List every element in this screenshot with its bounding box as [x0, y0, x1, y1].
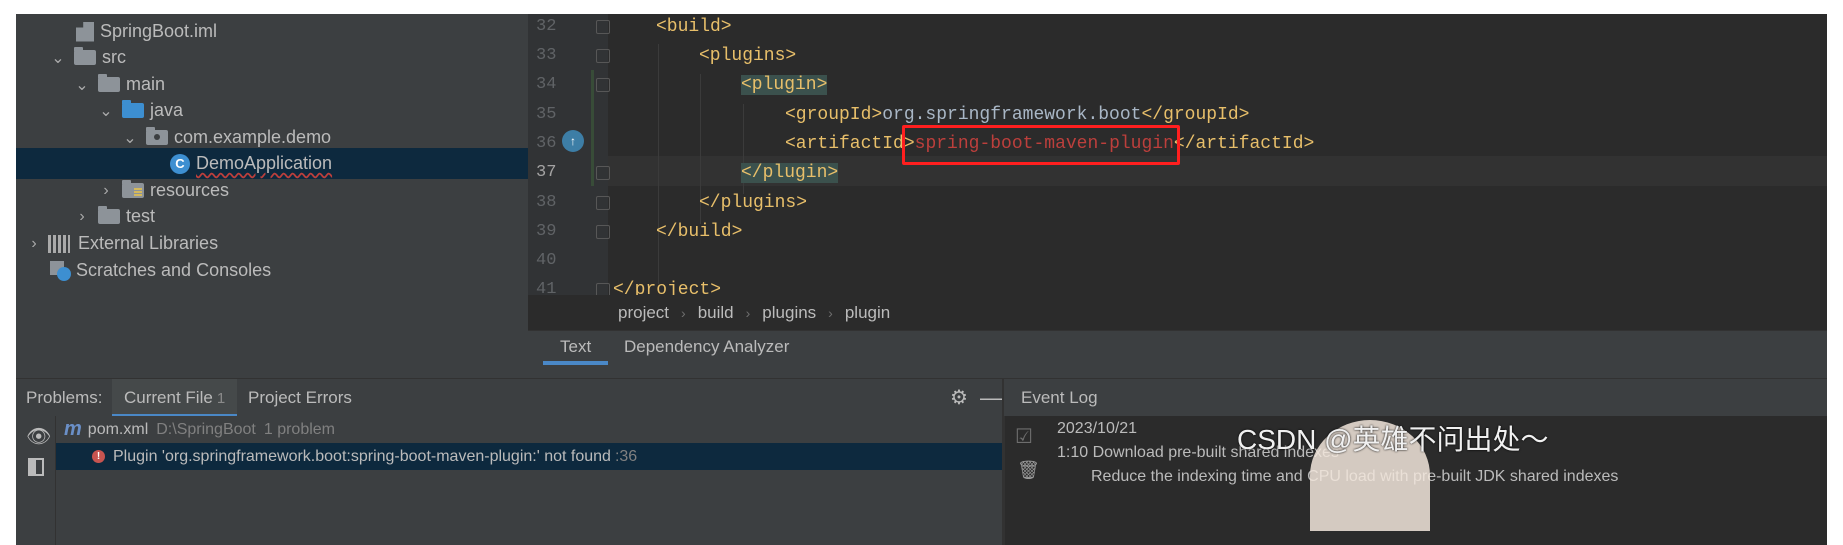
chevron-down-icon[interactable]: ⌄ [72, 75, 92, 95]
package-icon [146, 127, 168, 145]
trash-icon[interactable]: 🗑 [1017, 460, 1040, 481]
line-number: 32 [536, 17, 557, 36]
tab-text[interactable]: Text [543, 331, 609, 365]
tree-item-label: src [102, 47, 126, 67]
source-folder-icon [122, 100, 144, 118]
line-number: 41 [536, 280, 557, 295]
problems-toolbar: 👁 [16, 416, 56, 545]
event-date: 2023/10/21 [1057, 420, 1138, 437]
tree-item-label: DemoApplication [196, 153, 333, 173]
tab-dependency-analyzer[interactable]: Dependency Analyzer [624, 331, 789, 379]
chevron-down-icon[interactable]: ⌄ [48, 48, 68, 68]
tree-item-label: External Libraries [78, 233, 219, 253]
chevron-right-icon: › [745, 304, 751, 321]
problem-file-path: D:\SpringBoot [156, 420, 256, 438]
line-number: 39 [536, 222, 557, 241]
fold-marker-icon[interactable] [596, 225, 610, 239]
tree-item-label: Scratches and Consoles [76, 260, 272, 280]
fold-marker-icon[interactable] [596, 166, 610, 180]
line-number: 34 [536, 75, 557, 94]
code-line-37: </plugin> [741, 163, 839, 183]
window-edge [1827, 14, 1843, 545]
code-line-35: <groupId>org.springframework.boot</group… [785, 105, 1250, 125]
tree-item-label: test [126, 206, 156, 226]
breadcrumb-item[interactable]: plugins [762, 303, 816, 323]
iml-file-icon [76, 21, 94, 42]
folder-icon [98, 74, 120, 92]
editor-view-tabs: Text Dependency Analyzer [528, 330, 1843, 378]
chevron-right-icon[interactable]: › [72, 208, 92, 226]
problem-file-name: pom.xml [87, 420, 149, 438]
chevron-right-icon: › [681, 304, 686, 321]
gear-icon[interactable]: ⚙ [950, 385, 968, 410]
code-line-39: </build> [656, 222, 743, 242]
tree-item-label: main [126, 74, 166, 94]
line-number: 38 [536, 193, 557, 212]
folder-icon [98, 206, 120, 224]
chevron-right-icon: › [828, 304, 833, 321]
change-marker [591, 70, 594, 186]
editor-gutter: 32 33 34 35 36 37 38 39 40 41 ↑ [528, 14, 610, 295]
event-log-header: Event Log [1004, 378, 1843, 416]
fold-marker-icon[interactable] [596, 78, 610, 92]
problem-file-summary: 1 problem [263, 420, 336, 438]
scratches-icon [50, 260, 72, 281]
tree-item-label: SpringBoot.iml [100, 21, 218, 41]
chevron-right-icon[interactable]: › [96, 182, 116, 200]
line-number: 40 [536, 251, 557, 270]
breadcrumb: project › build › plugins › plugin [528, 295, 1843, 330]
csdn-watermark: CSDN @英雄不问出处～ [1237, 424, 1549, 455]
maven-goal-icon[interactable]: ↑ [562, 130, 584, 152]
chevron-down-icon[interactable]: ⌄ [120, 128, 140, 148]
folder-icon [74, 47, 96, 65]
problems-list: 👁 m pom.xml D:\SpringBoot 1 problem ! Pl… [16, 416, 1002, 545]
problems-label: Problems: [26, 388, 103, 407]
preview-icon[interactable] [28, 458, 44, 476]
code-editor[interactable]: 32 33 34 35 36 37 38 39 40 41 ↑ <build> … [528, 14, 1843, 295]
chevron-right-icon[interactable]: › [24, 235, 44, 253]
problem-line: :36 [614, 447, 638, 465]
spring-class-icon: C [170, 153, 190, 174]
code-line-38: </plugins> [699, 193, 808, 213]
line-number: 33 [536, 46, 557, 65]
minimize-icon[interactable]: — [980, 385, 1002, 411]
problem-row[interactable]: ! Plugin 'org.springframework.boot:sprin… [56, 443, 1002, 470]
code-line-32: <build> [656, 17, 732, 37]
problems-header: Problems: Current File 1 Project Errors ⚙… [16, 378, 1002, 417]
maven-icon: m [64, 418, 82, 440]
mark-read-icon[interactable]: ☑ [1015, 424, 1033, 449]
tree-item-label: java [150, 100, 184, 120]
breadcrumb-item[interactable]: plugin [845, 303, 890, 323]
tab-project-errors[interactable]: Project Errors [248, 379, 352, 417]
code-line-33: <plugins> [699, 46, 797, 66]
line-number: 35 [536, 105, 557, 124]
tab-current-file[interactable]: Current File 1 [112, 379, 238, 417]
eye-icon[interactable]: 👁 [26, 424, 51, 449]
problem-file-row[interactable]: m pom.xml D:\SpringBoot 1 problem [56, 416, 1002, 443]
problem-message: Plugin 'org.springframework.boot:spring-… [113, 447, 611, 465]
problem-count: 1 [216, 390, 226, 407]
annotation-highlight-box [902, 125, 1180, 165]
breadcrumb-item[interactable]: build [698, 303, 734, 323]
line-number: 37 [536, 163, 557, 182]
fold-marker-icon[interactable] [596, 49, 610, 63]
chevron-down-icon[interactable]: ⌄ [96, 101, 116, 121]
fold-marker-icon[interactable] [596, 20, 610, 34]
code-line-41: </project> [613, 280, 722, 295]
indent-guide [658, 44, 659, 284]
tree-item-label: com.example.demo [174, 127, 332, 147]
tree-item-label: resources [150, 180, 230, 200]
resources-folder-icon [122, 180, 144, 198]
fold-marker-icon[interactable] [596, 196, 610, 210]
fold-marker-icon[interactable] [596, 283, 610, 295]
libraries-icon [48, 234, 70, 253]
breadcrumb-item[interactable]: project [618, 303, 669, 323]
event-log-title: Event Log [1021, 387, 1098, 407]
ide-window: SpringBoot.iml ⌄ src ⌄ main ⌄ java ⌄ com… [16, 14, 1843, 545]
code-line-34: <plugin> [741, 75, 828, 95]
error-icon: ! [92, 450, 105, 463]
